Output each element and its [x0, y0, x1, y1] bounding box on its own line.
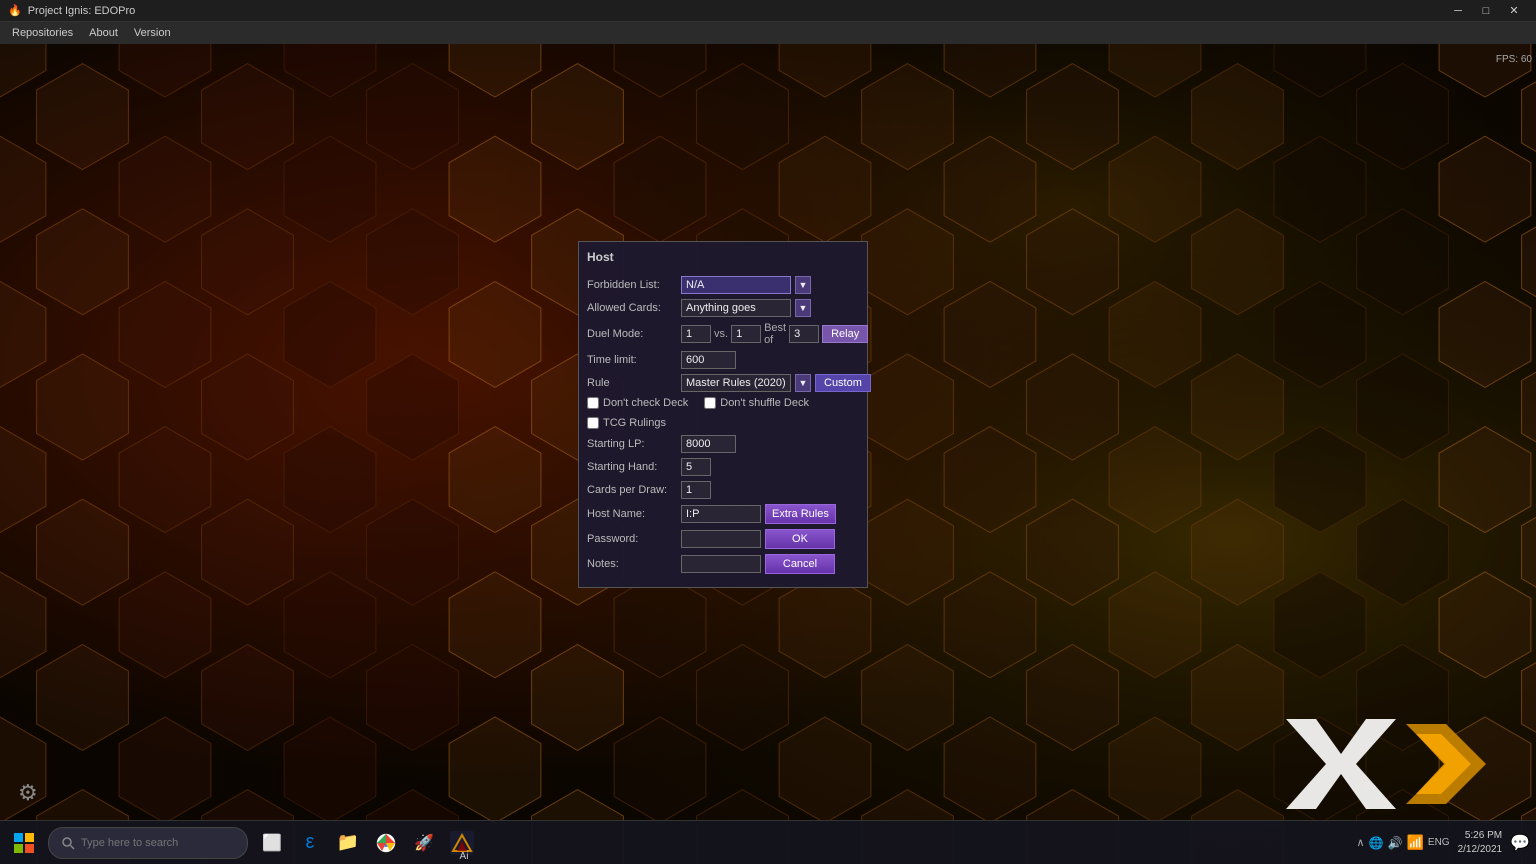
cancel-button[interactable]: Cancel [765, 554, 835, 574]
menu-about[interactable]: About [81, 25, 126, 41]
ok-button[interactable]: OK [765, 529, 835, 549]
rule-dropdown[interactable]: ▼ [795, 374, 811, 392]
dialog-title: Host [587, 250, 859, 268]
password-label: Password: [587, 533, 677, 545]
titlebar-left: 🔥 Project Ignis: EDOPro [8, 4, 135, 17]
chevron-up-icon[interactable]: ∧ [1357, 836, 1365, 849]
background: // This will be done via JS below FPS: 6… [0, 44, 1536, 864]
starting-hand-input[interactable] [681, 458, 711, 476]
duel-mode-label: Duel Mode: [587, 328, 677, 340]
tcg-rulings-row[interactable]: TCG Rulings [587, 417, 859, 429]
system-tray: ∧ 🌐 🔊 📶 ENG [1357, 834, 1450, 851]
network-icon[interactable]: 🌐 [1369, 836, 1384, 850]
best-of-label: Best of [764, 322, 786, 346]
search-icon [61, 836, 75, 850]
titlebar-controls: ─ □ ✕ [1444, 0, 1528, 22]
notification-icon[interactable]: 💬 [1510, 833, 1530, 853]
duel-mode-p2[interactable] [731, 325, 761, 343]
clock-date: 2/12/2021 [1458, 843, 1503, 857]
time-limit-label: Time limit: [587, 354, 677, 366]
rule-input[interactable] [681, 374, 791, 392]
forbidden-list-dropdown[interactable]: ▼ [795, 276, 811, 294]
starting-lp-input[interactable] [681, 435, 736, 453]
app-icon: 🔥 [8, 4, 22, 17]
search-input[interactable] [81, 837, 221, 849]
rule-row: Rule ▼ Custom [587, 374, 859, 392]
dont-check-deck-checkbox[interactable] [587, 397, 599, 409]
starting-hand-row: Starting Hand: [587, 458, 859, 476]
taskbar-ai-label: Ai [441, 824, 487, 864]
host-name-row: Host Name: Extra Rules [587, 504, 859, 524]
allowed-cards-row: Allowed Cards: ▼ [587, 299, 859, 317]
time-limit-input[interactable] [681, 351, 736, 369]
dont-check-deck-row[interactable]: Don't check Deck [587, 397, 688, 409]
app-title: Project Ignis: EDOPro [28, 5, 136, 17]
notes-row: Notes: Cancel [587, 554, 859, 574]
duel-mode-controls: vs. Best of Relay [681, 322, 868, 346]
starting-lp-label: Starting LP: [587, 438, 677, 450]
clock-time: 5:26 PM [1458, 829, 1503, 843]
volume-icon[interactable]: 🔊 [1388, 836, 1403, 850]
password-input[interactable] [681, 530, 761, 548]
dont-check-deck-label: Don't check Deck [603, 397, 688, 409]
titlebar: 🔥 Project Ignis: EDOPro ─ □ ✕ [0, 0, 1536, 22]
time-limit-row: Time limit: [587, 351, 859, 369]
maximize-button[interactable]: □ [1472, 0, 1500, 22]
tcg-rulings-checkbox[interactable] [587, 417, 599, 429]
rule-controls: ▼ Custom [681, 374, 871, 392]
allowed-cards-label: Allowed Cards: [587, 302, 677, 314]
lang-label[interactable]: ENG [1428, 837, 1450, 848]
menubar: Repositories About Version [0, 22, 1536, 44]
taskbar: ⬜ ε 📁 🚀 Ai ∧ 🌐 🔊 📶 ENG [0, 820, 1536, 864]
host-name-label: Host Name: [587, 508, 677, 520]
notes-label: Notes: [587, 558, 677, 570]
relay-button[interactable]: Relay [822, 325, 868, 343]
allowed-cards-dropdown[interactable]: ▼ [795, 299, 811, 317]
duel-vs-label: vs. [714, 328, 728, 340]
menu-repositories[interactable]: Repositories [4, 25, 81, 41]
allowed-cards-input[interactable] [681, 299, 791, 317]
cards-per-draw-row: Cards per Draw: [587, 481, 859, 499]
taskbar-jetbrains[interactable]: 🚀 [408, 827, 440, 859]
dont-shuffle-deck-label: Don't shuffle Deck [720, 397, 809, 409]
taskbar-clock[interactable]: 5:26 PM 2/12/2021 [1458, 829, 1503, 857]
custom-button[interactable]: Custom [815, 374, 871, 392]
host-dialog: Host Forbidden List: ▼ Allowed Cards: ▼ … [578, 241, 868, 588]
extra-rules-button[interactable]: Extra Rules [765, 504, 836, 524]
taskbar-files[interactable]: 📁 [332, 827, 364, 859]
close-button[interactable]: ✕ [1500, 0, 1528, 22]
gear-icon[interactable]: ⚙ [18, 780, 38, 806]
starting-hand-label: Starting Hand: [587, 461, 677, 473]
minimize-button[interactable]: ─ [1444, 0, 1472, 22]
checkbox-row-2: TCG Rulings [587, 417, 859, 429]
forbidden-list-label: Forbidden List: [587, 279, 677, 291]
taskbar-edge[interactable]: ε [294, 827, 326, 859]
duel-mode-p1[interactable] [681, 325, 711, 343]
wifi-icon[interactable]: 📶 [1406, 834, 1423, 851]
starting-lp-row: Starting LP: [587, 435, 859, 453]
cards-per-draw-label: Cards per Draw: [587, 484, 677, 496]
checkbox-row-1: Don't check Deck Don't shuffle Deck [587, 397, 859, 413]
fps-counter: FPS: 60 [1496, 54, 1532, 65]
taskbar-right: ∧ 🌐 🔊 📶 ENG 5:26 PM 2/12/2021 💬 [1357, 829, 1531, 857]
forbidden-list-input[interactable] [681, 276, 791, 294]
xp-logo [1286, 719, 1486, 809]
taskbar-chrome[interactable] [370, 827, 402, 859]
tcg-rulings-label: TCG Rulings [603, 417, 666, 429]
rule-label: Rule [587, 377, 677, 389]
dont-shuffle-deck-row[interactable]: Don't shuffle Deck [704, 397, 809, 409]
notes-input[interactable] [681, 555, 761, 573]
cards-per-draw-input[interactable] [681, 481, 711, 499]
best-of-input[interactable] [789, 325, 819, 343]
taskbar-search[interactable] [48, 827, 248, 859]
forbidden-list-row: Forbidden List: ▼ [587, 276, 859, 294]
password-row: Password: OK [587, 529, 859, 549]
task-view-button[interactable]: ⬜ [256, 827, 288, 859]
host-name-input[interactable] [681, 505, 761, 523]
start-button[interactable] [6, 825, 42, 861]
menu-version[interactable]: Version [126, 25, 179, 41]
duel-mode-row: Duel Mode: vs. Best of Relay [587, 322, 859, 346]
dont-shuffle-deck-checkbox[interactable] [704, 397, 716, 409]
